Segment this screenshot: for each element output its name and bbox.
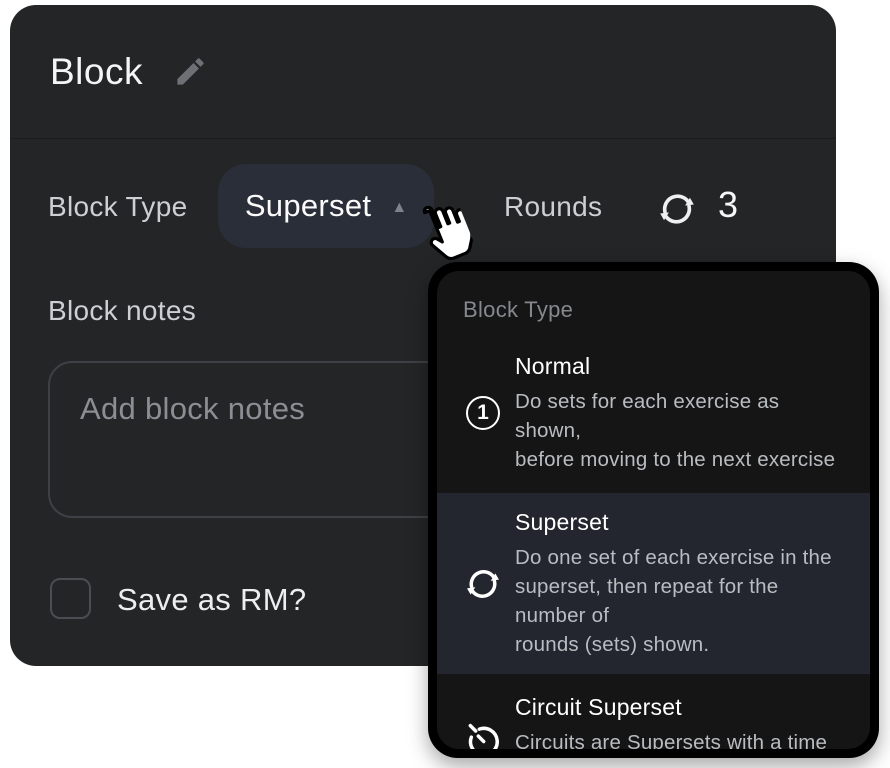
menu-item-text: Circuit Superset Circuits are Supersets … xyxy=(515,693,848,749)
edit-pencil-icon[interactable] xyxy=(173,54,208,89)
block-type-dropdown-menu: Block Type 1 Normal Do sets for each exe… xyxy=(428,262,879,758)
block-type-dropdown-button[interactable]: Superset ▲ xyxy=(218,164,434,248)
one-circle-digit: 1 xyxy=(466,396,500,430)
block-type-label: Block Type xyxy=(48,191,187,223)
timer-icon xyxy=(451,720,515,750)
menu-item-title: Normal xyxy=(515,352,848,380)
menu-item-text: Superset Do one set of each exercise in … xyxy=(515,508,848,659)
repeat-icon xyxy=(656,188,698,230)
block-notes-label: Block notes xyxy=(48,295,196,327)
rounds-label: Rounds xyxy=(504,191,602,223)
menu-item-description: Circuits are Supersets with a time requi… xyxy=(515,728,848,749)
menu-item-title: Circuit Superset xyxy=(515,693,848,721)
menu-item-description: Do one set of each exercise in the super… xyxy=(515,543,848,659)
save-rm-checkbox[interactable] xyxy=(50,578,91,619)
save-rm-label: Save as RM? xyxy=(117,582,306,618)
page-title: Block xyxy=(50,51,143,93)
card-header: Block xyxy=(10,5,836,139)
block-type-value: Superset xyxy=(245,188,371,224)
menu-item-circuit-superset[interactable]: Circuit Superset Circuits are Supersets … xyxy=(437,678,870,749)
menu-item-superset[interactable]: Superset Do one set of each exercise in … xyxy=(437,493,870,674)
menu-item-title: Superset xyxy=(515,508,848,536)
repeat-icon xyxy=(451,564,515,604)
menu-item-normal[interactable]: 1 Normal Do sets for each exercise as sh… xyxy=(437,337,870,489)
menu-item-text: Normal Do sets for each exercise as show… xyxy=(515,352,848,474)
menu-item-description: Do sets for each exercise as shown, befo… xyxy=(515,387,848,474)
rounds-value[interactable]: 3 xyxy=(718,184,738,226)
dropdown-menu-body: Block Type 1 Normal Do sets for each exe… xyxy=(437,271,870,749)
dropdown-menu-header: Block Type xyxy=(437,271,870,333)
one-circle-icon: 1 xyxy=(451,396,515,430)
